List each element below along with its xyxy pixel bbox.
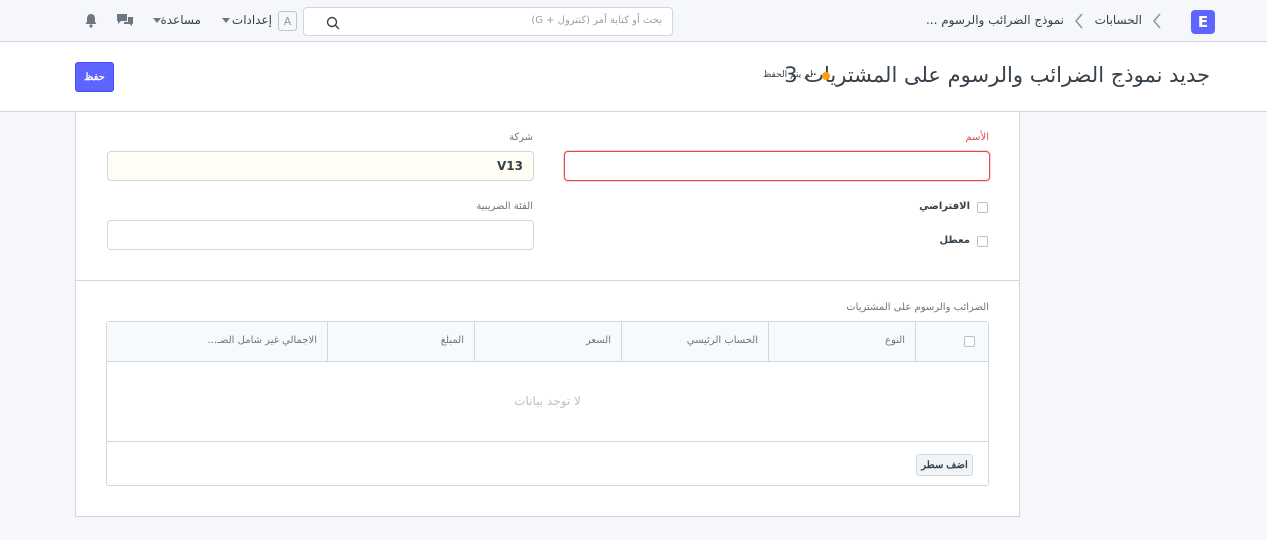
name-field[interactable] <box>564 151 990 181</box>
column-net-total: الاجمالي غير شامل الضـ... <box>207 335 318 346</box>
disabled-checkbox[interactable] <box>977 236 988 247</box>
tax-category-field[interactable] <box>107 220 534 250</box>
taxes-table-label: الضرائب والرسوم على المشتريات <box>846 302 989 313</box>
taxes-grid: النوع الحساب الرئيسي السعر المبلغ الاجما… <box>106 321 989 486</box>
default-checkbox-row[interactable]: الافتراضي <box>876 201 988 215</box>
unsaved-status: لم يتم الحفظ <box>763 70 813 80</box>
default-checkbox[interactable] <box>977 202 988 213</box>
disabled-label: معطل <box>939 235 970 246</box>
page-title: جديد نموذج الضرائب والرسوم على المشتريات… <box>784 63 1210 87</box>
default-label: الافتراضي <box>919 201 970 212</box>
help-menu[interactable]: مساعدة <box>160 13 201 27</box>
help-caret-icon[interactable] <box>153 18 161 23</box>
breadcrumb-accounts[interactable]: الحسابات <box>1095 13 1142 27</box>
company-label: شركة <box>508 132 533 143</box>
grid-empty-state: لا توجد بيانات <box>107 362 988 442</box>
save-button[interactable]: حفظ <box>75 62 114 92</box>
grid-select-all-cell <box>915 322 988 361</box>
disabled-checkbox-row[interactable]: معطل <box>876 235 988 249</box>
no-data-text: لا توجد بيانات <box>514 394 581 408</box>
chevron-left-icon <box>1152 12 1162 30</box>
avatar[interactable]: A <box>278 11 297 31</box>
column-type: النوع <box>768 322 915 361</box>
column-rate: السعر <box>474 322 621 361</box>
grid-header: النوع الحساب الرئيسي السعر المبلغ الاجما… <box>107 322 988 362</box>
bell-icon[interactable] <box>84 13 98 32</box>
settings-caret-icon[interactable] <box>222 18 230 23</box>
select-all-checkbox[interactable] <box>964 336 975 347</box>
form-section-main: الأسم شركة V13 الافتراضي معطل الفئة الضر… <box>76 112 1019 281</box>
breadcrumb-purchase-taxes-template[interactable]: نموذج الضرائب والرسوم ... <box>926 13 1064 27</box>
page-head: جديد نموذج الضرائب والرسوم على المشتريات… <box>0 42 1267 112</box>
column-amount: المبلغ <box>327 322 474 361</box>
add-row-button[interactable]: اضف سطر <box>916 454 973 476</box>
tax-category-label: الفئة الضريبية <box>476 201 533 212</box>
unsaved-indicator-dot <box>822 72 830 80</box>
app-logo[interactable]: E <box>1191 10 1215 34</box>
search-placeholder: بحث أو كتابة أمر (كنترول + G) <box>531 15 662 26</box>
settings-menu[interactable]: إعدادات <box>232 13 272 27</box>
company-field[interactable]: V13 <box>107 151 534 181</box>
name-label: الأسم <box>965 132 989 143</box>
chevron-left-icon <box>1074 12 1084 30</box>
company-value: V13 <box>497 159 523 173</box>
form-card: الأسم شركة V13 الافتراضي معطل الفئة الضر… <box>75 112 1020 517</box>
search-icon <box>326 15 340 30</box>
navbar: E الحسابات نموذج الضرائب والرسوم ... بحث… <box>0 0 1267 42</box>
column-account-head: الحساب الرئيسي <box>621 322 768 361</box>
chat-icon[interactable] <box>116 13 134 32</box>
search-input[interactable]: بحث أو كتابة أمر (كنترول + G) <box>303 7 673 36</box>
